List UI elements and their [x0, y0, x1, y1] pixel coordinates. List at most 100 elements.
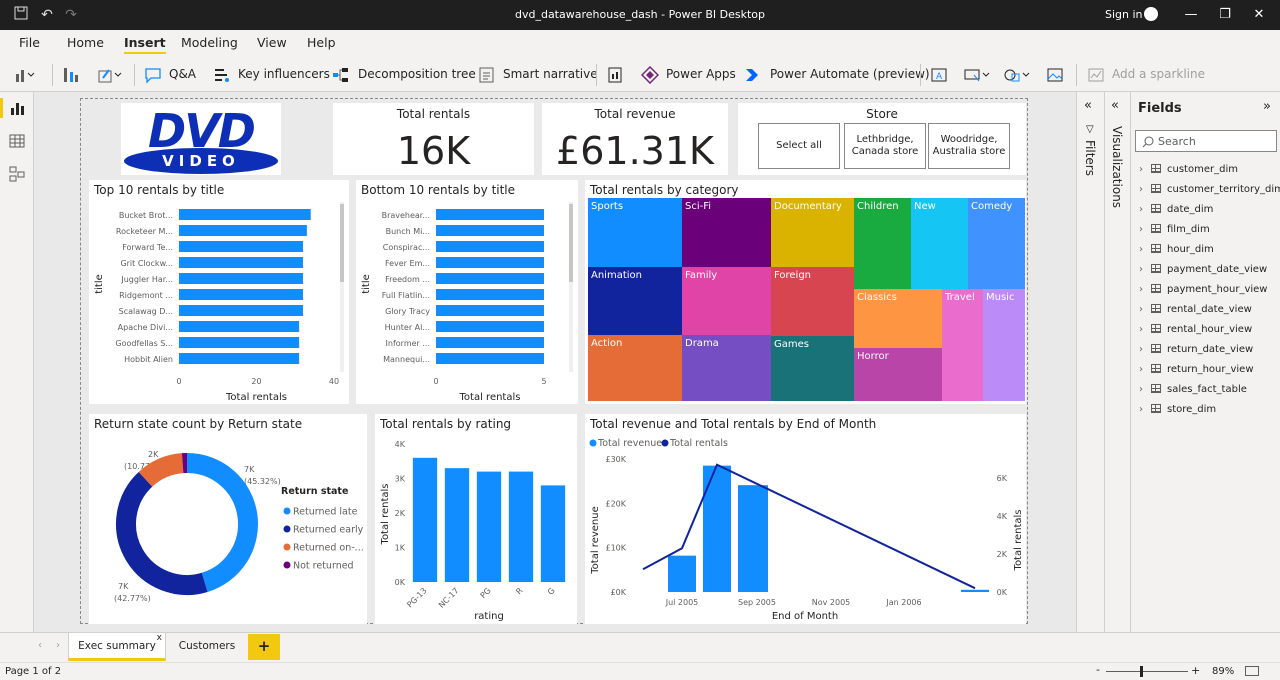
- paginated-visual-icon[interactable]: [606, 66, 624, 84]
- add-page-button[interactable]: +: [248, 634, 280, 660]
- fit-to-page-icon[interactable]: [1245, 666, 1259, 676]
- chevron-right-icon[interactable]: ›: [1139, 264, 1149, 275]
- chevron-right-icon[interactable]: ›: [1139, 404, 1149, 415]
- chevron-right-icon[interactable]: ›: [1139, 344, 1149, 355]
- more-visuals-icon[interactable]: [97, 66, 122, 84]
- tab-customers[interactable]: Customers: [170, 633, 244, 661]
- kpi-total-rentals[interactable]: Total rentals 16K: [333, 103, 534, 175]
- menu-home[interactable]: Home: [67, 35, 104, 50]
- menu-view[interactable]: View: [257, 35, 287, 50]
- collapse-fields-icon[interactable]: »: [1263, 99, 1271, 114]
- rating-bar-chart[interactable]: Total rentals by rating 0K 1K 2K 3K 4K PG-13 N…: [375, 414, 577, 624]
- chevron-right-icon[interactable]: ›: [1139, 224, 1149, 235]
- menu-file[interactable]: File: [19, 35, 40, 50]
- slicer-option-woodridge[interactable]: Woodridge, Australia store: [928, 123, 1010, 169]
- chevron-right-icon[interactable]: ›: [1139, 184, 1149, 195]
- decomposition-tree-button[interactable]: Decomposition tree: [358, 67, 476, 81]
- data-view-icon[interactable]: [9, 133, 25, 149]
- field-table-date-dim[interactable]: › date_dim: [1139, 204, 1213, 215]
- close-icon[interactable]: ✕: [1248, 5, 1270, 25]
- top10-bar-chart[interactable]: Top 10 rentals by title Bucket Brot... Ro…: [89, 180, 349, 404]
- chevron-right-icon[interactable]: ›: [1139, 304, 1149, 315]
- field-table-customer-dim[interactable]: › customer_dim: [1139, 164, 1238, 175]
- field-table-payment-hour-view[interactable]: › payment_hour_view: [1139, 284, 1267, 295]
- field-table-payment-date-view[interactable]: › payment_date_view: [1139, 264, 1267, 275]
- treemap-cell[interactable]: Classics: [854, 289, 942, 348]
- treemap-cell[interactable]: Drama: [682, 335, 771, 401]
- field-table-sales-fact-table[interactable]: › sales_fact_table: [1139, 384, 1247, 395]
- field-table-customer-territory-dim[interactable]: › customer_territory_dim: [1139, 184, 1280, 195]
- chevron-right-icon[interactable]: ›: [1139, 364, 1149, 375]
- expand-viz-icon[interactable]: «: [1111, 98, 1119, 113]
- slicer-option-lethbridge[interactable]: Lethbridge, Canada store: [844, 123, 926, 169]
- zoom-in-button[interactable]: +: [1191, 664, 1200, 677]
- return-state-donut[interactable]: Return state count by Return state 7K (4…: [89, 414, 367, 624]
- field-table-film-dim[interactable]: › film_dim: [1139, 224, 1210, 235]
- treemap-cell[interactable]: Music: [983, 289, 1025, 401]
- visualizations-pane[interactable]: « Visualizations: [1104, 92, 1130, 632]
- new-visual-icon[interactable]: [14, 66, 35, 84]
- slicer-option-select-all[interactable]: Select all: [758, 123, 840, 169]
- tab-exec-summary[interactable]: Exec summary x: [68, 633, 166, 661]
- field-table-hour-dim[interactable]: › hour_dim: [1139, 244, 1214, 255]
- chevron-right-icon[interactable]: ›: [1139, 244, 1149, 255]
- menu-modeling[interactable]: Modeling: [181, 35, 238, 50]
- decomposition-tree-icon[interactable]: [332, 66, 350, 84]
- bottom10-bar-chart[interactable]: Bottom 10 rentals by title Bravehear... B…: [356, 180, 578, 404]
- field-table-rental-date-view[interactable]: › rental_date_view: [1139, 304, 1252, 315]
- text-box-icon[interactable]: A: [930, 66, 948, 84]
- chevron-right-icon[interactable]: ›: [1139, 384, 1149, 395]
- kpi-total-revenue[interactable]: Total revenue £61.31K: [542, 103, 728, 175]
- next-page-icon[interactable]: ›: [56, 640, 60, 651]
- treemap-cell[interactable]: Documentary: [771, 198, 854, 267]
- category-treemap[interactable]: Total rentals by category Sports Sci-Fi …: [585, 180, 1026, 404]
- treemap-cell[interactable]: New: [911, 198, 968, 289]
- power-apps-icon[interactable]: [640, 65, 660, 85]
- sign-in-link[interactable]: Sign in: [1105, 8, 1143, 21]
- buttons-icon[interactable]: [964, 66, 990, 84]
- chevron-right-icon[interactable]: ›: [1139, 284, 1149, 295]
- key-influencers-icon[interactable]: [212, 66, 230, 84]
- qa-icon[interactable]: [144, 66, 162, 84]
- treemap-cell[interactable]: Children: [854, 198, 911, 289]
- fields-search-input[interactable]: Search: [1135, 130, 1277, 152]
- field-table-return-hour-view[interactable]: › return_hour_view: [1139, 364, 1254, 375]
- revenue-rentals-combo-chart[interactable]: Total revenue and Total rentals by End o…: [585, 414, 1026, 624]
- treemap-cell[interactable]: Foreign: [771, 267, 854, 336]
- treemap-cell[interactable]: Sports: [588, 198, 682, 267]
- model-view-icon[interactable]: [9, 166, 25, 182]
- treemap-cell[interactable]: Sci-Fi: [682, 198, 771, 267]
- treemap-cell[interactable]: Games: [771, 336, 854, 401]
- treemap-cell[interactable]: Action: [588, 335, 682, 401]
- treemap-cell[interactable]: Family: [682, 267, 771, 335]
- key-influencers-button[interactable]: Key influencers: [238, 67, 330, 81]
- chevron-right-icon[interactable]: ›: [1139, 164, 1149, 175]
- treemap-cell[interactable]: Travel: [942, 289, 983, 401]
- smart-narrative-icon[interactable]: [478, 66, 496, 84]
- visualizations-label[interactable]: Visualizations: [1110, 126, 1124, 208]
- report-view-icon[interactable]: [9, 100, 25, 116]
- field-table-store-dim[interactable]: › store_dim: [1139, 404, 1216, 415]
- chevron-right-icon[interactable]: ›: [1139, 324, 1149, 335]
- restore-icon[interactable]: ❐: [1214, 5, 1236, 25]
- filters-label[interactable]: Filters: [1083, 140, 1097, 176]
- expand-filters-icon[interactable]: «: [1084, 98, 1092, 113]
- prev-page-icon[interactable]: ‹: [38, 640, 42, 651]
- shapes-icon[interactable]: [1004, 66, 1030, 84]
- treemap-cell[interactable]: Animation: [588, 267, 682, 335]
- paginated-report-icon[interactable]: [62, 66, 80, 84]
- zoom-slider-handle[interactable]: [1140, 666, 1143, 677]
- power-apps-button[interactable]: Power Apps: [666, 67, 736, 81]
- close-tab-icon[interactable]: x: [157, 625, 162, 651]
- avatar[interactable]: [1144, 7, 1158, 21]
- power-automate-button[interactable]: Power Automate (preview): [770, 67, 930, 81]
- chevron-right-icon[interactable]: ›: [1139, 204, 1149, 215]
- smart-narrative-button[interactable]: Smart narrative: [503, 67, 598, 81]
- menu-insert[interactable]: Insert: [124, 35, 166, 54]
- treemap-cell[interactable]: Comedy: [968, 198, 1025, 289]
- zoom-out-button[interactable]: -: [1096, 663, 1100, 676]
- field-table-return-date-view[interactable]: › return_date_view: [1139, 344, 1253, 355]
- zoom-slider[interactable]: [1106, 671, 1188, 672]
- minimize-icon[interactable]: —: [1180, 5, 1202, 25]
- image-icon[interactable]: [1046, 66, 1064, 84]
